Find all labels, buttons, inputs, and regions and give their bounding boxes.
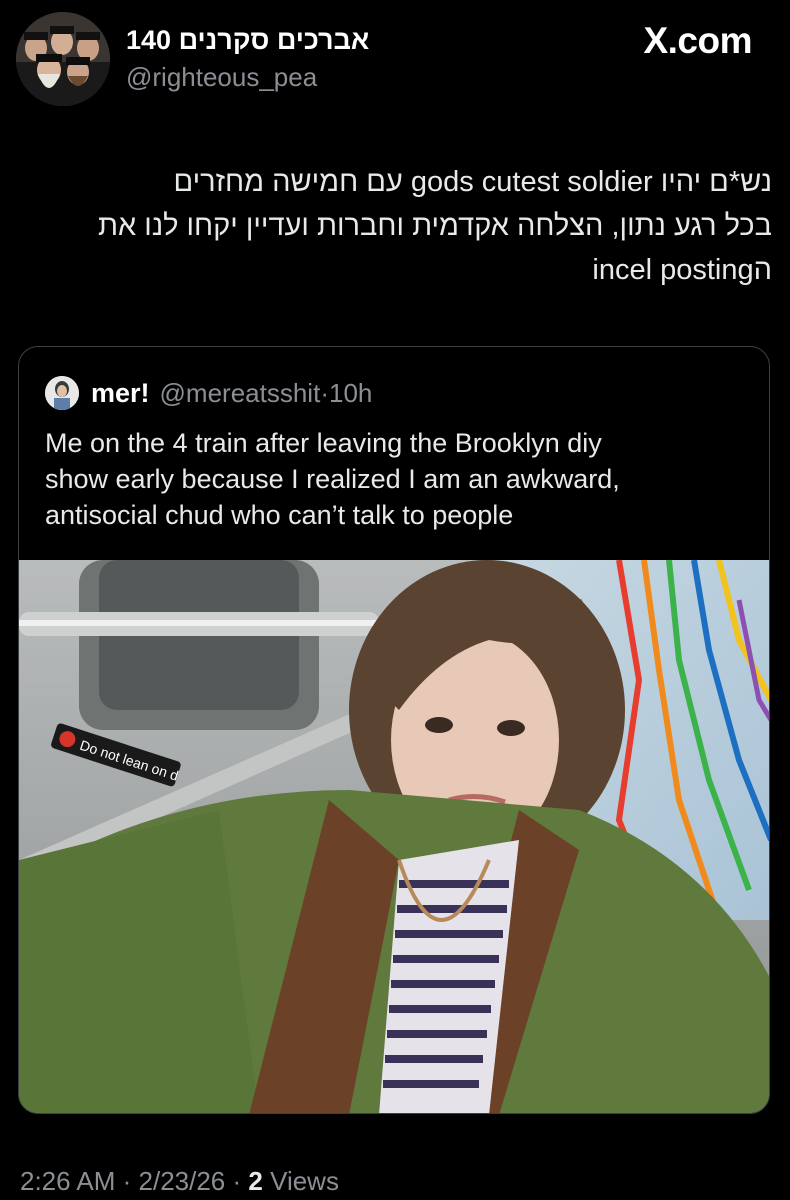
quoted-author-avatar[interactable] [45,376,79,410]
meta-separator: · [320,377,329,408]
meta-separator: · [115,1166,139,1196]
tweet-date[interactable]: 2/23/26 [139,1166,226,1196]
quoted-tweet-card[interactable]: mer! @mereatsshit · 10h Me on the 4 trai… [18,346,770,1114]
author-avatar[interactable] [16,12,110,106]
author-info: אברכים סקרנים 140 @righteous_pea [126,22,369,94]
tweet-line: בכל רגע נתון, הצלחה אקדמית וחברות ועדיין… [97,210,772,242]
views-label: Views [262,1166,339,1196]
quoted-author-name[interactable]: mer! [91,378,150,409]
tweet-text: נש*ם יהיו gods cutest soldier עם חמישה מ… [18,160,772,292]
quoted-tweet-header: mer! @mereatsshit · 10h [45,375,372,411]
tweet-screenshot: אברכים סקרנים 140 @righteous_pea X.com נ… [0,0,790,1200]
tweet-line: הincel posting [592,254,772,286]
subway-selfie-image: Do not lean on d [19,559,769,1113]
quoted-tweet-time[interactable]: 10h [329,378,372,409]
tweet-line: נש*ם יהיו gods cutest soldier עם חמישה מ… [173,166,772,198]
tweet-time[interactable]: 2:26 AM [20,1166,115,1196]
x-brand-logo: X.com [643,20,752,61]
author-display-name[interactable]: אברכים סקרנים 140 [126,22,369,58]
views-count[interactable]: 2 [248,1166,262,1196]
quoted-tweet-line: antisocial chud who can’t talk to people [45,500,514,530]
meta-separator: · [225,1166,249,1196]
quoted-tweet-text: Me on the 4 train after leaving the Broo… [45,425,745,533]
quoted-avatar-image [45,376,79,410]
tweet-metadata: 2:26 AM · 2/23/26 · 2 Views [20,1166,339,1197]
quoted-tweet-line: show early because I realized I am an aw… [45,464,620,494]
quoted-tweet-photo[interactable]: Do not lean on d [19,559,769,1113]
quoted-tweet-line: Me on the 4 train after leaving the Broo… [45,428,602,458]
author-handle[interactable]: @righteous_pea [126,60,369,94]
avatar-image [16,12,110,106]
quoted-author-handle[interactable]: @mereatsshit [160,378,321,409]
